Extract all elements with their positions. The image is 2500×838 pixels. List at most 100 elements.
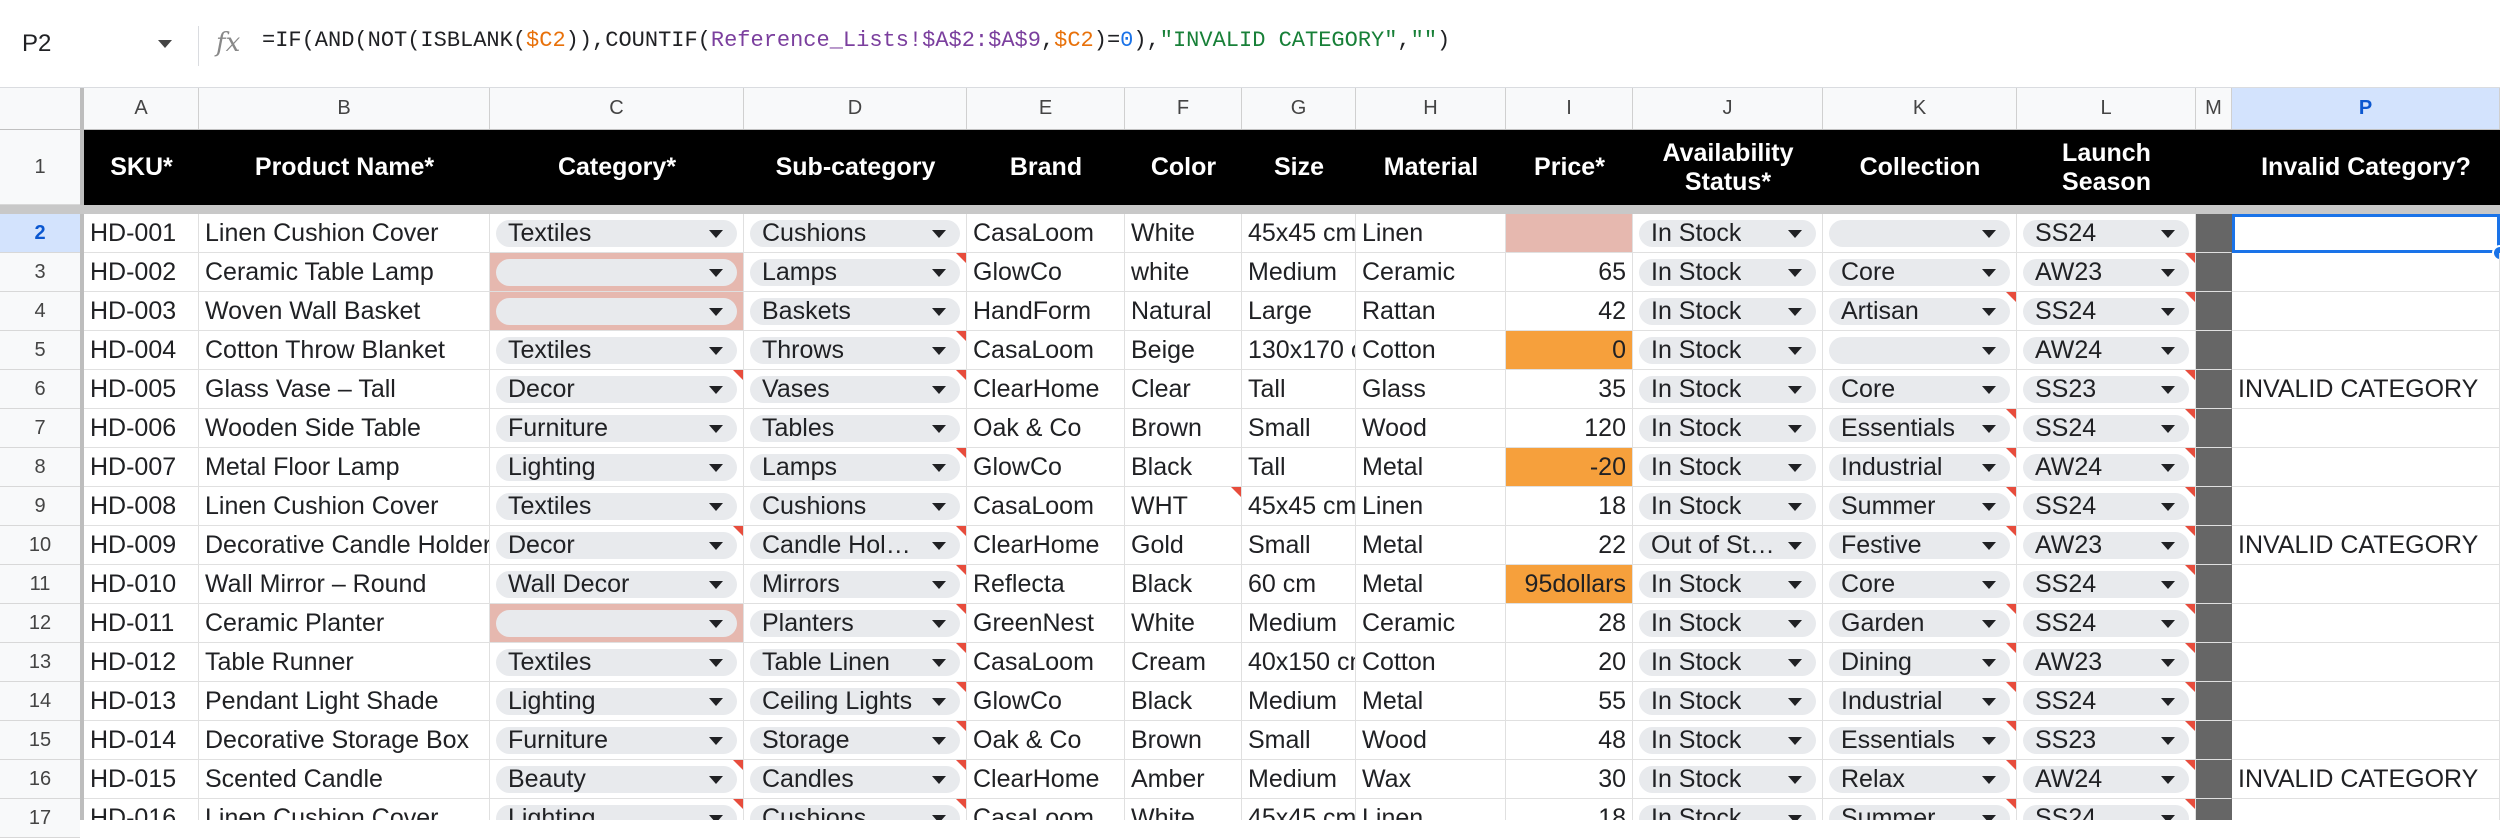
cell-sub[interactable]: Cushions xyxy=(744,799,967,820)
hidden-column-cell[interactable] xyxy=(2196,331,2232,370)
cell-cat[interactable]: Wall Decor xyxy=(490,565,744,604)
cell-season[interactable]: SS24 xyxy=(2017,604,2196,643)
dropdown-chip[interactable]: Dining xyxy=(1829,648,2010,676)
column-header-a[interactable]: A xyxy=(84,88,199,129)
cell-color[interactable]: Black xyxy=(1125,448,1242,487)
dropdown-chip[interactable]: In Stock xyxy=(1639,297,1816,325)
dropdown-chip[interactable]: Textiles xyxy=(496,219,737,247)
note-indicator-icon[interactable] xyxy=(2185,565,2195,575)
cell-color[interactable]: White xyxy=(1125,214,1242,253)
cell-mat[interactable]: Linen xyxy=(1356,214,1506,253)
cell-coll[interactable]: Summer xyxy=(1823,799,2017,820)
column-header-f[interactable]: F xyxy=(1125,88,1242,129)
note-indicator-icon[interactable] xyxy=(2185,526,2195,536)
column-header-h[interactable]: H xyxy=(1356,88,1506,129)
cell-color[interactable]: Gold xyxy=(1125,526,1242,565)
dropdown-arrow-icon[interactable] xyxy=(709,424,723,433)
cell-cat[interactable]: Furniture xyxy=(490,409,744,448)
cell-season[interactable]: SS23 xyxy=(2017,721,2196,760)
cell-invalid[interactable] xyxy=(2232,331,2500,370)
cell-coll[interactable]: Artisan xyxy=(1823,292,2017,331)
cell-brand[interactable]: GreenNest xyxy=(967,604,1125,643)
cell-cat[interactable]: Lighting xyxy=(490,682,744,721)
note-indicator-icon[interactable] xyxy=(733,799,743,809)
note-indicator-icon[interactable] xyxy=(956,253,966,263)
hidden-column-cell[interactable] xyxy=(2196,799,2232,820)
note-indicator-icon[interactable] xyxy=(2006,292,2016,302)
dropdown-chip[interactable]: Lighting xyxy=(496,687,737,715)
cell-brand[interactable]: GlowCo xyxy=(967,682,1125,721)
dropdown-arrow-icon[interactable] xyxy=(1788,619,1802,628)
hidden-column-cell[interactable] xyxy=(2196,526,2232,565)
header-cell[interactable] xyxy=(2196,130,2232,205)
note-indicator-icon[interactable] xyxy=(2185,292,2195,302)
header-cell[interactable]: Color xyxy=(1125,130,1242,205)
dropdown-chip[interactable]: AW24 xyxy=(2023,336,2189,364)
dropdown-arrow-icon[interactable] xyxy=(709,580,723,589)
note-indicator-icon[interactable] xyxy=(1231,487,1241,497)
cell-price[interactable]: 28 xyxy=(1506,604,1633,643)
dropdown-chip[interactable]: AW23 xyxy=(2023,258,2189,286)
dropdown-chip[interactable]: Furniture xyxy=(496,726,737,754)
cell-size[interactable]: Large xyxy=(1242,292,1356,331)
cell-mat[interactable]: Metal xyxy=(1356,448,1506,487)
cell-mat[interactable]: Cotton xyxy=(1356,331,1506,370)
dropdown-arrow-icon[interactable] xyxy=(709,736,723,745)
cell-name[interactable]: Cotton Throw Blanket xyxy=(199,331,490,370)
cell-sub[interactable]: Tables xyxy=(744,409,967,448)
note-indicator-icon[interactable] xyxy=(956,604,966,614)
cell-price[interactable]: 30 xyxy=(1506,760,1633,799)
cell-sku[interactable]: HD-007 xyxy=(84,448,199,487)
cell-avail[interactable]: In Stock xyxy=(1633,799,1823,820)
cell-name[interactable]: Wall Mirror – Round xyxy=(199,565,490,604)
cell-price[interactable]: 65 xyxy=(1506,253,1633,292)
cell-cat[interactable]: Textiles xyxy=(490,214,744,253)
row-number[interactable]: 13 xyxy=(0,643,80,682)
cell-color[interactable]: Clear xyxy=(1125,370,1242,409)
dropdown-chip[interactable]: Ceiling Lights xyxy=(750,687,960,715)
cell-mat[interactable]: Linen xyxy=(1356,799,1506,820)
dropdown-arrow-icon[interactable] xyxy=(2161,775,2175,784)
note-indicator-icon[interactable] xyxy=(2185,487,2195,497)
dropdown-arrow-icon[interactable] xyxy=(932,346,946,355)
dropdown-chip[interactable]: Throws xyxy=(750,336,960,364)
row-number[interactable]: 10 xyxy=(0,526,80,565)
dropdown-arrow-icon[interactable] xyxy=(1788,697,1802,706)
cell-mat[interactable]: Wax xyxy=(1356,760,1506,799)
dropdown-arrow-icon[interactable] xyxy=(1982,658,1996,667)
cell-season[interactable]: SS24 xyxy=(2017,682,2196,721)
dropdown-chip[interactable]: Furniture xyxy=(496,414,737,442)
dropdown-chip[interactable]: In Stock xyxy=(1639,648,1816,676)
cell-coll[interactable]: Festive xyxy=(1823,526,2017,565)
cell-invalid[interactable] xyxy=(2232,721,2500,760)
note-indicator-icon[interactable] xyxy=(733,526,743,536)
dropdown-arrow-icon[interactable] xyxy=(1982,697,1996,706)
cell-season[interactable]: SS23 xyxy=(2017,370,2196,409)
dropdown-chip[interactable]: In Stock xyxy=(1639,336,1816,364)
cell-cat[interactable]: Decor xyxy=(490,526,744,565)
cell-cat[interactable]: Beauty xyxy=(490,760,744,799)
hidden-column-cell[interactable] xyxy=(2196,604,2232,643)
dropdown-arrow-icon[interactable] xyxy=(2161,697,2175,706)
cell-season[interactable]: SS24 xyxy=(2017,565,2196,604)
dropdown-arrow-icon[interactable] xyxy=(709,229,723,238)
row-number[interactable]: 16 xyxy=(0,760,80,799)
dropdown-chip[interactable]: In Stock xyxy=(1639,492,1816,520)
dropdown-chip[interactable]: In Stock xyxy=(1639,609,1816,637)
cell-invalid[interactable] xyxy=(2232,487,2500,526)
dropdown-arrow-icon[interactable] xyxy=(1982,619,1996,628)
column-header-l[interactable]: L xyxy=(2017,88,2196,129)
note-indicator-icon[interactable] xyxy=(956,721,966,731)
dropdown-chip[interactable]: Textiles xyxy=(496,336,737,364)
dropdown-arrow-icon[interactable] xyxy=(709,619,723,628)
cell-size[interactable]: Small xyxy=(1242,526,1356,565)
dropdown-chip[interactable]: SS24 xyxy=(2023,219,2189,247)
cell-color[interactable]: Brown xyxy=(1125,409,1242,448)
header-cell[interactable]: SKU* xyxy=(84,130,199,205)
cell-color[interactable]: Amber xyxy=(1125,760,1242,799)
dropdown-arrow-icon[interactable] xyxy=(2161,541,2175,550)
header-cell[interactable]: Collection xyxy=(1823,130,2017,205)
row-number[interactable]: 9 xyxy=(0,487,80,526)
note-indicator-icon[interactable] xyxy=(2185,799,2195,809)
cell-size[interactable]: 40x150 cm xyxy=(1242,643,1356,682)
